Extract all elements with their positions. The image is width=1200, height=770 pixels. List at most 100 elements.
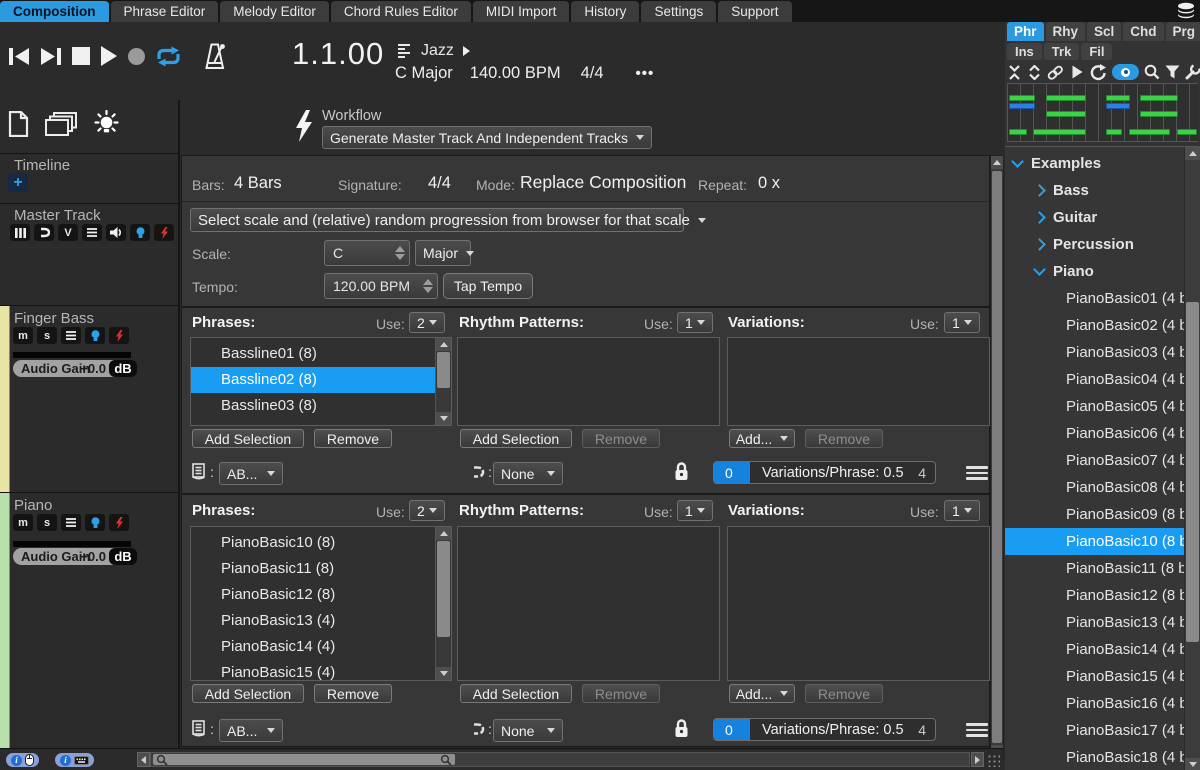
solo-icon[interactable]: s bbox=[37, 327, 57, 344]
scrollbar-thumb[interactable] bbox=[1186, 302, 1199, 642]
phrases-remove-button[interactable]: Remove bbox=[314, 684, 392, 703]
tree-item[interactable]: Percussion bbox=[1005, 231, 1185, 258]
menu-tab[interactable]: Settings bbox=[641, 1, 716, 22]
variations-per-phrase-slider[interactable]: 0 Variations/Phrase: 0.5 4 bbox=[713, 461, 936, 484]
workflow-dropdown[interactable]: Generate Master Track And Independent Tr… bbox=[322, 126, 652, 149]
tree-scrollbar[interactable] bbox=[1184, 147, 1200, 770]
phrases-remove-button[interactable]: Remove bbox=[314, 429, 392, 448]
tree-item[interactable]: PianoBasic17 (4 be bbox=[1005, 717, 1185, 744]
eye-icon[interactable] bbox=[1112, 64, 1139, 80]
piano-track-name[interactable]: Piano bbox=[14, 497, 52, 514]
scroll-up-icon[interactable] bbox=[436, 338, 451, 351]
bass-audio-gain-slider[interactable]: Audio Gain +0.0 dB bbox=[13, 360, 137, 377]
tree-item[interactable]: PianoBasic14 (4 be bbox=[1005, 636, 1185, 663]
timeline-add-button[interactable]: + bbox=[8, 173, 28, 192]
rhythm-mode-dropdown[interactable]: None bbox=[493, 719, 563, 742]
bars-value[interactable]: 4 Bars bbox=[234, 174, 282, 193]
list-icon[interactable] bbox=[61, 327, 81, 344]
rhythm-patterns-list[interactable] bbox=[457, 337, 720, 426]
variations-add-button[interactable]: Add... bbox=[729, 429, 795, 448]
filter-icon[interactable] bbox=[1165, 65, 1180, 79]
scroll-up-icon[interactable] bbox=[436, 527, 451, 540]
browser-tab[interactable]: Prg bbox=[1166, 22, 1200, 41]
tree-chevron-icon[interactable] bbox=[1033, 184, 1046, 197]
record-icon[interactable] bbox=[128, 48, 145, 65]
phrase-list-item[interactable]: PianoBasic11 (8) bbox=[191, 556, 451, 582]
track-bulb-icon[interactable] bbox=[130, 224, 150, 241]
piano-track-color-strip[interactable] bbox=[0, 493, 10, 748]
tree-item[interactable]: PianoBasic04 (4 be bbox=[1005, 366, 1185, 393]
scrollbar-thumb[interactable] bbox=[437, 352, 450, 388]
tree-item[interactable]: PianoBasic13 (4 be bbox=[1005, 609, 1185, 636]
idea-lightbulb-icon[interactable] bbox=[93, 110, 120, 137]
scroll-down-icon[interactable] bbox=[436, 412, 451, 425]
repeat-value[interactable]: 0 x bbox=[758, 174, 780, 193]
style-selector[interactable]: Jazz bbox=[396, 42, 470, 60]
menu-tab[interactable]: History bbox=[571, 1, 639, 22]
tree-item[interactable]: Examples bbox=[1005, 150, 1185, 177]
menu-tab[interactable]: Melody Editor bbox=[220, 1, 329, 22]
tree-item[interactable]: PianoBasic03 (4 be bbox=[1005, 339, 1185, 366]
variations-remove-button[interactable]: Remove bbox=[805, 429, 883, 448]
section-menu-icon[interactable] bbox=[966, 723, 988, 737]
rhythm-remove-button[interactable]: Remove bbox=[582, 684, 660, 703]
scrollbar-thumb[interactable] bbox=[437, 541, 450, 637]
tree-item[interactable]: PianoBasic11 (8 be bbox=[1005, 555, 1185, 582]
scroll-down-icon[interactable] bbox=[436, 667, 451, 680]
tree-item[interactable]: PianoBasic07 (4 be bbox=[1005, 447, 1185, 474]
menu-tab[interactable]: Phrase Editor bbox=[111, 1, 219, 22]
tree-item[interactable]: PianoBasic08 (4 be bbox=[1005, 474, 1185, 501]
tree-item[interactable]: Piano bbox=[1005, 258, 1185, 285]
bass-track-name[interactable]: Finger Bass bbox=[14, 310, 94, 327]
track-bulb-icon[interactable] bbox=[85, 514, 105, 531]
mute-icon[interactable]: m bbox=[13, 514, 33, 531]
variations-list[interactable] bbox=[727, 526, 990, 681]
phrase-list-item[interactable]: Bassline03 (8) bbox=[191, 393, 451, 419]
tree-chevron-icon[interactable] bbox=[1011, 155, 1024, 168]
rhythm-patterns-list[interactable] bbox=[457, 526, 720, 681]
main-vertical-scrollbar[interactable] bbox=[990, 155, 1004, 759]
menu-tab[interactable]: Support bbox=[718, 1, 791, 22]
spinner-arrows-icon[interactable] bbox=[395, 246, 405, 260]
play-circle-icon[interactable] bbox=[1069, 64, 1085, 80]
expand-icon[interactable] bbox=[1027, 65, 1042, 80]
track-power-icon[interactable] bbox=[109, 327, 129, 344]
mute-icon[interactable]: m bbox=[13, 327, 33, 344]
variations-list[interactable] bbox=[727, 337, 990, 426]
phrase-order-dropdown[interactable]: AB... bbox=[219, 462, 283, 485]
skip-to-end-icon[interactable] bbox=[40, 47, 62, 66]
collapse-icon[interactable] bbox=[1007, 65, 1022, 80]
piano-keys-icon[interactable] bbox=[10, 224, 30, 241]
rhythm-use-dropdown[interactable]: 1 bbox=[677, 500, 713, 521]
lock-icon[interactable] bbox=[673, 718, 690, 739]
phrases-list-scrollbar[interactable] bbox=[435, 527, 451, 680]
phrase-list-item[interactable]: Bassline02 (8) bbox=[191, 367, 451, 393]
track-power-icon[interactable] bbox=[109, 514, 129, 531]
tree-item[interactable]: PianoBasic18 (4 be bbox=[1005, 744, 1185, 770]
list-icon[interactable] bbox=[82, 224, 102, 241]
piano-audio-gain-slider[interactable]: Audio Gain +0.0 dB bbox=[13, 548, 137, 565]
scroll-up-icon[interactable] bbox=[991, 156, 1003, 169]
tree-chevron-icon[interactable] bbox=[1033, 263, 1046, 276]
tree-item[interactable]: PianoBasic05 (4 be bbox=[1005, 393, 1185, 420]
phrases-add-selection-button[interactable]: Add Selection bbox=[192, 429, 304, 448]
track-power-icon[interactable] bbox=[154, 224, 174, 241]
stop-icon[interactable] bbox=[72, 47, 90, 65]
keyboard-info-button[interactable]: i bbox=[54, 752, 95, 768]
generation-mode-dropdown[interactable]: Select scale and (relative) random progr… bbox=[190, 208, 684, 232]
variations-add-button[interactable]: Add... bbox=[729, 684, 795, 703]
metronome-icon[interactable] bbox=[204, 43, 227, 70]
menu-tab[interactable]: Composition bbox=[0, 1, 109, 22]
scroll-up-icon[interactable] bbox=[1185, 147, 1200, 160]
variations-use-dropdown[interactable]: 1 bbox=[944, 312, 980, 333]
browser-tab[interactable]: Scl bbox=[1087, 22, 1121, 41]
tree-item[interactable]: PianoBasic16 (4 be bbox=[1005, 690, 1185, 717]
list-icon[interactable] bbox=[61, 514, 81, 531]
play-icon[interactable] bbox=[100, 46, 118, 66]
tree-chevron-icon[interactable] bbox=[1033, 238, 1046, 251]
phrase-list-item[interactable]: PianoBasic13 (4) bbox=[191, 608, 451, 634]
resize-grip[interactable] bbox=[987, 754, 1000, 767]
signature-display[interactable]: 4/4 bbox=[581, 64, 604, 83]
variations-use-dropdown[interactable]: 1 bbox=[944, 500, 980, 521]
link-icon[interactable] bbox=[1047, 65, 1064, 80]
